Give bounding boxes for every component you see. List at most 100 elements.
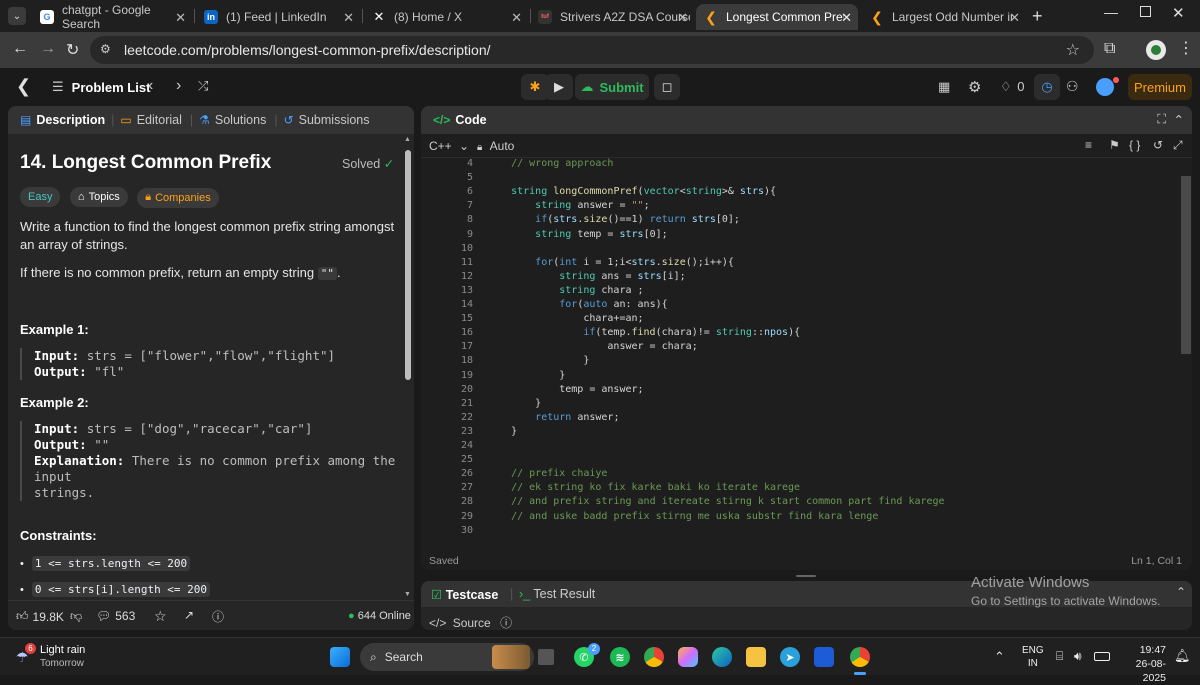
code-editor[interactable]: 4 // wrong approach 5 6 string longCommonP… xyxy=(421,158,1181,540)
microsoft-store-icon[interactable] xyxy=(814,647,834,667)
expand-icon[interactable]: ⤢ xyxy=(1173,138,1183,153)
windows-start-icon[interactable] xyxy=(330,647,350,667)
settings-gear-icon[interactable]: ⚙ xyxy=(968,78,981,96)
code-text: } xyxy=(487,355,590,367)
add-user-icon[interactable]: ⚇ xyxy=(1066,78,1079,95)
tab-test-result[interactable]: ›_ Test Result xyxy=(519,587,595,601)
language-select[interactable]: C++ ⌄ xyxy=(429,139,469,153)
notes-button[interactable]: ◻ xyxy=(654,74,680,100)
spotify-icon[interactable]: ≋ xyxy=(610,647,630,667)
close-tab-icon[interactable]: ✕ xyxy=(841,10,852,26)
minimize-icon[interactable]: — xyxy=(1104,4,1118,20)
clock[interactable]: 19:47 26-08-2025 xyxy=(1118,643,1166,685)
tab-code[interactable]: </> Code xyxy=(433,113,487,127)
leetcode-logo-icon[interactable]: ❮ xyxy=(16,76,31,97)
prev-problem-icon[interactable]: ‹ xyxy=(148,77,153,95)
auto-mode-toggle[interactable]: 🔒︎ Auto xyxy=(477,139,514,153)
tab-editorial[interactable]: ▭ Editorial xyxy=(120,113,182,127)
format-icon[interactable]: ≡ xyxy=(1085,138,1092,152)
streak-counter[interactable]: ♢ 0 xyxy=(1000,79,1025,95)
favorite-star-icon[interactable]: ☆ xyxy=(154,608,167,625)
browser-tab[interactable]: ❮ Largest Odd Number in Str ✕ xyxy=(862,4,1026,30)
problem-list-button[interactable]: ☰ Problem List xyxy=(52,79,150,95)
url-input[interactable]: ⚙ leetcode.com/problems/longest-common-p… xyxy=(90,36,1094,64)
reload-icon[interactable]: ↻ xyxy=(66,40,79,60)
tab-submissions[interactable]: ↺ Submissions xyxy=(284,113,370,127)
user-avatar[interactable] xyxy=(1096,78,1114,96)
back-icon[interactable]: ← xyxy=(12,40,28,58)
edge-icon[interactable] xyxy=(712,647,732,667)
close-tab-icon[interactable]: ✕ xyxy=(175,10,186,26)
close-window-icon[interactable]: ✕ xyxy=(1172,4,1185,22)
language-indicator[interactable]: ENG IN xyxy=(1022,644,1044,670)
network-icon[interactable]: ⌸ xyxy=(1056,649,1063,664)
shuffle-icon[interactable]: ⤮ xyxy=(198,78,208,94)
tab-editorial-label: Editorial xyxy=(136,113,182,127)
weather-widget[interactable]: ☂ 6 Light rain Tomorrow xyxy=(14,643,104,671)
dislike-icon[interactable]: 👎︎ xyxy=(70,609,82,624)
close-tab-icon[interactable]: ✕ xyxy=(677,10,688,26)
telegram-icon[interactable]: ➤ xyxy=(780,647,800,667)
close-tab-icon[interactable]: ✕ xyxy=(1009,10,1020,26)
volume-icon[interactable]: 🔊︎ xyxy=(1074,649,1082,664)
cloud-upload-icon: ☁ xyxy=(580,79,594,94)
tab-search-dropdown-icon[interactable]: ⌄ xyxy=(8,7,26,25)
premium-button[interactable]: Premium xyxy=(1128,74,1192,100)
chrome-icon[interactable] xyxy=(644,647,664,667)
site-info-icon[interactable]: ⚙ xyxy=(100,42,111,56)
tab-description[interactable]: ▤ Description xyxy=(20,113,105,127)
line-number: 12 xyxy=(460,270,473,282)
tab-solutions[interactable]: ⚗ Solutions xyxy=(199,113,266,127)
submit-button[interactable]: ☁ Submit xyxy=(575,74,649,100)
task-view-icon[interactable] xyxy=(538,649,554,665)
like-button[interactable]: 👍︎ 19.8K xyxy=(16,609,64,624)
activate-windows-title: Activate Windows xyxy=(971,574,1090,591)
browser-tab-active[interactable]: ❮ Longest Common Prefix - L ✕ xyxy=(696,4,858,30)
comments-button[interactable]: 💬︎ 563 xyxy=(96,609,135,623)
maximize-icon[interactable]: ⛶ xyxy=(1157,112,1166,127)
topics-chip[interactable]: ⌂ Topics xyxy=(69,187,128,207)
reset-icon[interactable]: ↺ xyxy=(1153,138,1163,152)
notifications-icon[interactable]: 🔔︎ xyxy=(1174,648,1191,664)
layout-icon[interactable]: ▦ xyxy=(938,79,950,95)
run-button[interactable]: ▶ xyxy=(545,74,573,100)
close-tab-icon[interactable]: ✕ xyxy=(511,10,522,26)
list-icon: ☰ xyxy=(52,79,64,94)
more-menu-icon[interactable]: ⋮ xyxy=(1178,38,1194,58)
line-number: 23 xyxy=(460,425,473,437)
copilot-icon[interactable] xyxy=(678,647,698,667)
browser-tab[interactable]: in (1) Feed | LinkedIn ✕ xyxy=(196,4,360,30)
share-icon[interactable]: ↗ xyxy=(184,608,194,622)
chrome-active-icon[interactable] xyxy=(850,647,870,667)
profile-avatar[interactable] xyxy=(1146,40,1166,60)
taskbar-search-label: Search xyxy=(384,650,423,664)
next-problem-icon[interactable]: › xyxy=(176,77,181,95)
braces-icon[interactable]: { } xyxy=(1129,138,1140,152)
browser-tab[interactable]: ✕ (8) Home / X ✕ xyxy=(364,4,528,30)
source-button[interactable]: </> Source ⓘ xyxy=(429,614,512,630)
problem-title[interactable]: 14. Longest Common Prefix xyxy=(20,152,271,174)
tray-chevron-icon[interactable]: ⌃ xyxy=(994,649,1005,665)
companies-chip[interactable]: 🔒︎ Companies xyxy=(137,187,219,208)
editor-scrollbar[interactable] xyxy=(1181,176,1191,354)
lock-icon: 🔒︎ xyxy=(477,142,483,153)
collapse-icon[interactable]: ⌃ xyxy=(1174,112,1184,127)
new-tab-icon[interactable]: + xyxy=(1032,6,1043,27)
difficulty-badge[interactable]: Easy xyxy=(20,187,61,207)
panel-resize-handle[interactable] xyxy=(796,575,816,577)
panel-up-icon[interactable]: ⌃ xyxy=(1176,585,1186,599)
bookmark-icon[interactable]: ⚑ xyxy=(1109,138,1120,152)
forward-icon[interactable]: → xyxy=(40,40,56,58)
browser-tab[interactable]: tuf Strivers A2Z DSA Course/S ✕ xyxy=(530,4,694,30)
timer-button[interactable]: ◷ xyxy=(1034,74,1060,100)
browser-tab[interactable]: G chatgpt - Google Search ✕ xyxy=(32,3,192,31)
extensions-icon[interactable]: ⧉ xyxy=(1104,40,1115,58)
battery-icon[interactable] xyxy=(1094,652,1110,661)
tab-testcase[interactable]: ☑ Testcase xyxy=(431,587,498,602)
description-scrollbar[interactable]: ▲ ▼ xyxy=(404,136,412,598)
help-icon[interactable]: ⓘ xyxy=(212,608,224,625)
file-explorer-icon[interactable] xyxy=(746,647,766,667)
close-tab-icon[interactable]: ✕ xyxy=(343,10,354,26)
bookmark-star-icon[interactable]: ☆ xyxy=(1066,40,1080,60)
restore-icon[interactable] xyxy=(1140,6,1151,17)
